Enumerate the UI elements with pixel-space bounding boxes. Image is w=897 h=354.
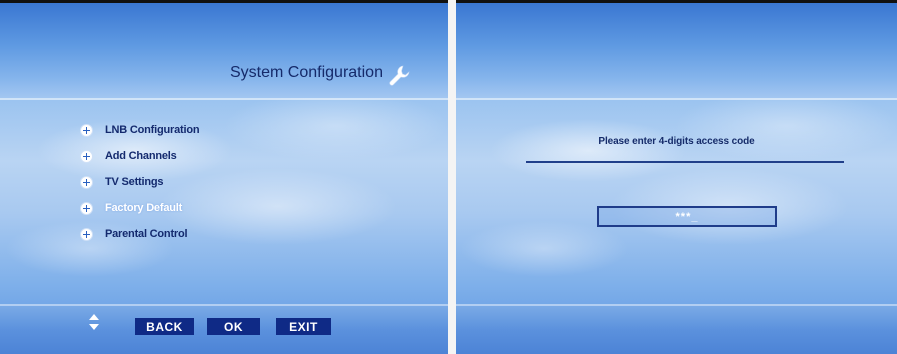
menu-item-lnb-configuration[interactable]: LNB Configuration (80, 117, 200, 143)
back-button[interactable]: BACK (135, 318, 194, 335)
screen-title: System Configuration (230, 64, 383, 81)
prompt-underline (526, 161, 844, 163)
header-band (0, 3, 448, 98)
plus-bullet-icon (80, 175, 93, 189)
menu-item-label: TV Settings (105, 176, 164, 188)
menu-item-parental-control[interactable]: Parental Control (80, 221, 199, 247)
plus-bullet-icon (80, 227, 93, 241)
menu-item-tv-settings[interactable]: TV Settings (80, 169, 199, 195)
footer-band (456, 306, 897, 354)
access-code-input[interactable]: ***_ (597, 206, 777, 227)
menu-item-label: Parental Control (105, 228, 188, 240)
exit-button[interactable]: EXIT (276, 318, 331, 335)
access-code-screen: Please enter 4-digits access code ***_ (456, 0, 897, 354)
up-down-arrows-icon (89, 314, 99, 330)
menu-item-factory-default[interactable]: Factory Default (80, 195, 199, 221)
menu-item-label: Factory Default (105, 202, 183, 214)
system-configuration-screen: System Configuration LNB Configuration A… (0, 0, 448, 354)
wrench-icon (389, 65, 410, 86)
header-separator (0, 98, 448, 100)
settings-menu: LNB Configuration Add Channels TV Settin… (80, 117, 200, 247)
ok-button[interactable]: OK (207, 318, 260, 335)
header-separator (456, 98, 897, 100)
plus-bullet-icon (80, 201, 93, 215)
menu-item-add-channels[interactable]: Add Channels (80, 143, 199, 169)
header-band (456, 3, 897, 98)
menu-item-label: LNB Configuration (105, 124, 200, 136)
access-code-prompt: Please enter 4-digits access code (598, 136, 755, 147)
plus-bullet-icon (80, 149, 93, 163)
menu-item-label: Add Channels (105, 150, 177, 162)
plus-bullet-icon (80, 123, 93, 137)
screen-divider (448, 0, 456, 354)
